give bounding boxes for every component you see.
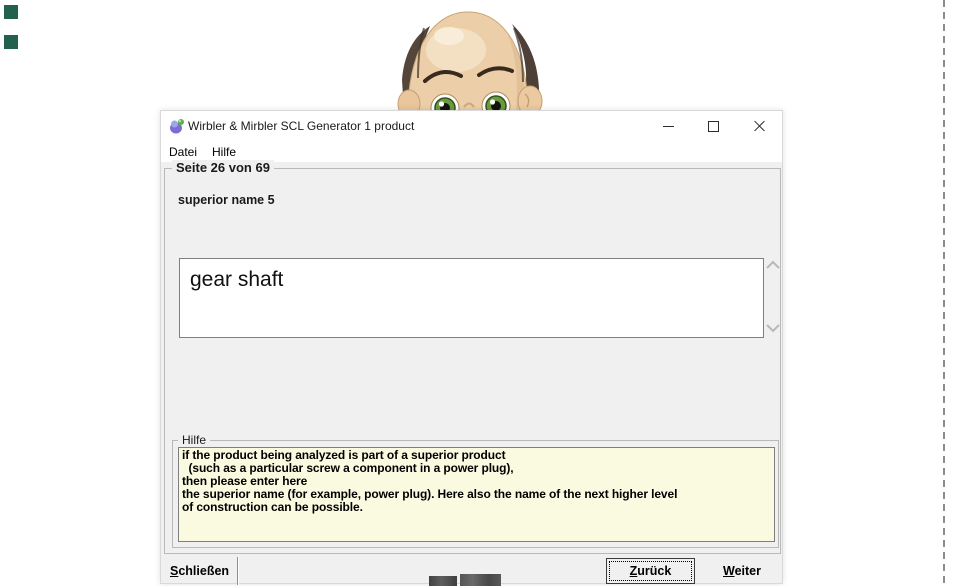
menu-datei[interactable]: Datei: [162, 143, 204, 161]
scroll-up-icon[interactable]: [765, 259, 781, 271]
bottom-fragment-left: [429, 576, 457, 586]
scroll-down-icon[interactable]: [765, 322, 781, 334]
minimize-button[interactable]: [653, 111, 683, 141]
menubar: Datei Hilfe: [161, 141, 782, 162]
close-button[interactable]: [744, 111, 774, 141]
maximize-icon: [707, 120, 719, 132]
zurueck-button[interactable]: Zurück: [606, 558, 695, 584]
ear-right: [517, 85, 543, 111]
help-groupbox: Hilfe if the product being analyzed is p…: [172, 433, 779, 548]
field-label: superior name 5: [178, 193, 275, 207]
app-window: Wirbler & Mirbler SCL Generator 1 produc…: [160, 110, 783, 585]
desktop-marker-bottom: [4, 35, 18, 49]
superior-name-textarea[interactable]: gear shaft: [179, 258, 764, 338]
close-icon: [753, 120, 765, 132]
bottom-fragment-right: [460, 574, 501, 586]
schliessen-button[interactable]: Schließen: [164, 557, 238, 585]
app-icon: [170, 119, 184, 134]
maximize-button[interactable]: [698, 111, 728, 141]
help-groupbox-label: Hilfe: [178, 433, 211, 447]
page-groupbox-label: Seite 26 von 69: [172, 160, 274, 175]
page-boundary-dashed-line: [943, 0, 945, 586]
cartoon-head-image: [397, 11, 543, 111]
titlebar[interactable]: Wirbler & Mirbler SCL Generator 1 produc…: [161, 111, 782, 141]
desktop-marker-top: [4, 5, 18, 19]
minimize-icon: [662, 125, 674, 127]
window-title: Wirbler & Mirbler SCL Generator 1 produc…: [188, 119, 415, 133]
page-groupbox: Seite 26 von 69 superior name 5 gear sha…: [164, 160, 781, 554]
menu-hilfe[interactable]: Hilfe: [205, 143, 243, 161]
weiter-button[interactable]: Weiter: [706, 557, 778, 585]
help-text: if the product being analyzed is part of…: [178, 447, 775, 542]
